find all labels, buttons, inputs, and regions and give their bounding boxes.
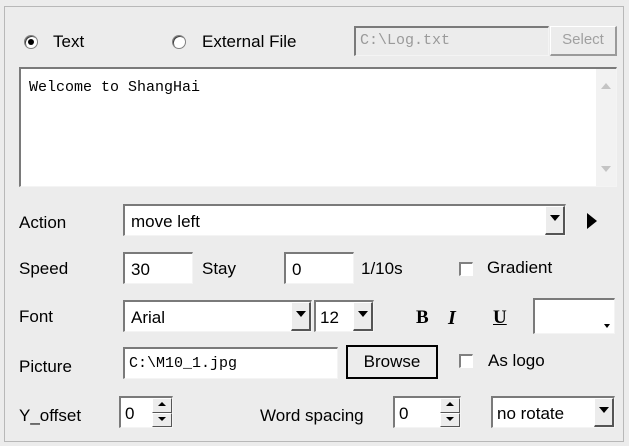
action-label: Action [19,213,67,232]
radio-selected-dot [28,39,34,45]
action-dropdown-arrow-icon[interactable] [545,206,565,235]
file-path-value: C:\Log.txt [360,32,451,49]
speed-input[interactable]: 30 [123,252,193,284]
external-file-radio-label[interactable]: External File [202,32,296,52]
font-family-select[interactable]: Arial [123,300,312,332]
select-button: Select [550,26,617,56]
underline-button[interactable]: U [493,308,507,328]
rotate-select[interactable]: no rotate [491,396,615,428]
speed-label: Speed [19,259,69,278]
font-size-select[interactable]: 12 [314,300,374,332]
select-button-label: Select [562,31,604,48]
font-family-dropdown-arrow-icon[interactable] [291,302,311,331]
italic-button[interactable]: I [448,308,456,328]
font-color-picker[interactable] [533,298,615,334]
stay-value: 0 [292,260,302,279]
message-text: Welcome to ShangHai [29,79,201,96]
message-scrollbar[interactable] [596,69,616,186]
word-spacing-decrement-icon[interactable] [440,412,460,427]
y-offset-label: Y_offset [19,406,82,425]
word-spacing-stepper[interactable]: 0 [393,396,461,428]
play-arrow-icon[interactable] [587,213,597,229]
text-settings-panel: Text External File C:\Log.txt Select Wel… [4,6,624,442]
gradient-label[interactable]: Gradient [487,258,552,278]
file-path-field: C:\Log.txt [354,26,549,56]
text-radio-label[interactable]: Text [53,32,84,52]
y-offset-stepper[interactable]: 0 [119,396,173,428]
picture-path-field[interactable]: C:\M10_1.jpg [123,347,338,379]
message-textarea[interactable]: Welcome to ShangHai [19,67,617,187]
stay-input[interactable]: 0 [284,252,354,284]
external-file-radio[interactable] [172,35,186,49]
word-spacing-increment-icon[interactable] [440,398,460,413]
as-logo-label[interactable]: As logo [488,351,545,371]
scroll-up-icon[interactable] [601,83,611,89]
y-offset-increment-icon[interactable] [152,398,172,413]
stay-unit-label: 1/10s [361,259,403,278]
gradient-checkbox[interactable] [459,262,473,276]
text-radio[interactable] [24,35,38,49]
y-offset-spin-buttons[interactable] [152,398,172,427]
word-spacing-value: 0 [399,404,409,423]
font-size-value: 12 [320,308,339,327]
stay-label: Stay [202,259,237,278]
action-value: move left [131,212,200,231]
rotate-dropdown-arrow-icon[interactable] [594,398,614,427]
bold-button[interactable]: B [416,308,429,328]
y-offset-decrement-icon[interactable] [152,412,172,427]
font-size-dropdown-arrow-icon[interactable] [353,302,373,331]
picture-label: Picture [19,357,72,376]
font-label: Font [19,307,54,326]
font-family-value: Arial [131,308,166,327]
speed-value: 30 [131,260,150,279]
scroll-down-icon[interactable] [601,166,611,172]
browse-button[interactable]: Browse [346,345,438,379]
picture-path-value: C:\M10_1.jpg [129,355,238,372]
y-offset-value: 0 [125,404,135,423]
browse-button-label: Browse [363,352,421,371]
word-spacing-spin-buttons[interactable] [440,398,460,427]
word-spacing-label: Word spacing [260,406,364,425]
color-dropdown-arrow-icon[interactable] [604,324,610,328]
as-logo-checkbox[interactable] [459,354,473,368]
action-select[interactable]: move left [123,204,566,236]
rotate-value: no rotate [497,404,565,423]
